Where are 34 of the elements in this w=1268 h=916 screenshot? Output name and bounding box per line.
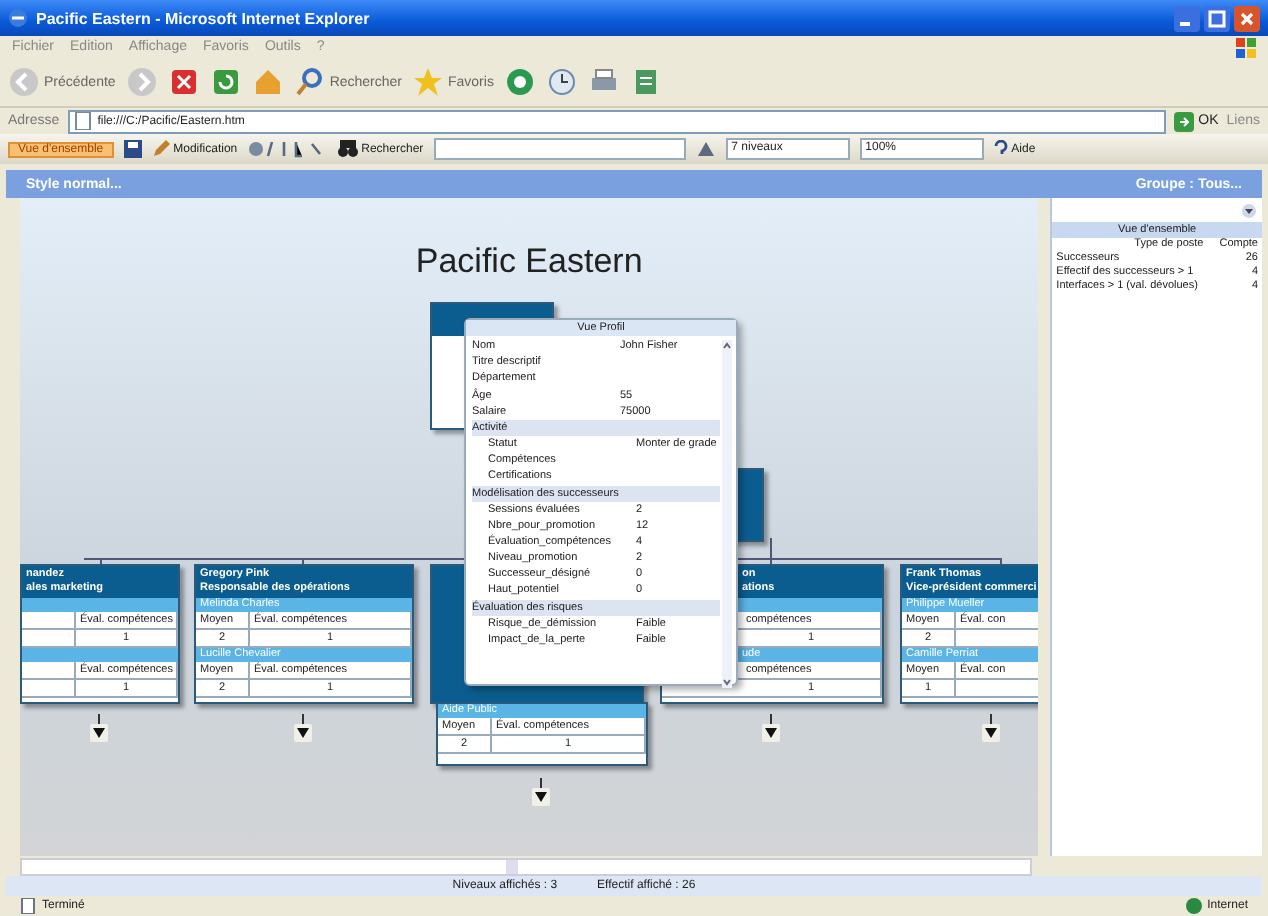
save-icon[interactable] [123,140,142,158]
expand-arrow-icon[interactable] [90,714,108,742]
minimize-icon[interactable] [1174,5,1200,31]
binoculars-icon [337,140,358,158]
expand-arrow-icon[interactable] [532,778,550,806]
star-icon [412,66,444,98]
chart-title: Pacific Eastern [413,242,645,282]
expand-arrow-icon[interactable] [762,714,780,742]
scrollbar[interactable] [722,340,732,688]
windows-logo-icon [1236,37,1256,57]
maximize-icon[interactable] [1204,5,1230,31]
search-field[interactable] [433,138,686,160]
refresh-icon [209,66,242,98]
expand-arrow-icon[interactable] [294,714,312,742]
go-arrow-icon [1174,111,1195,131]
horizontal-scrollbar[interactable] [20,858,1032,876]
page-icon [73,112,92,130]
search-icon [293,66,326,98]
close-icon[interactable] [1234,5,1260,31]
stop-icon [167,66,200,98]
toolbar-button[interactable] [209,66,242,98]
toolbar-button[interactable] [545,66,578,98]
forward-icon [125,66,158,98]
expand-arrow-icon[interactable] [982,714,1000,742]
dropdown-icon[interactable] [1242,204,1256,218]
toolbar-button[interactable] [167,66,200,98]
home-icon [251,66,284,98]
help-icon [993,140,1008,158]
history-icon [545,66,578,98]
browser-icon [8,8,28,28]
window-title: Pacific Eastern - Microsoft Internet Explorer [36,9,372,27]
zoom-icon[interactable] [695,140,716,158]
back-icon [8,66,40,98]
pencil-icon [151,140,170,158]
